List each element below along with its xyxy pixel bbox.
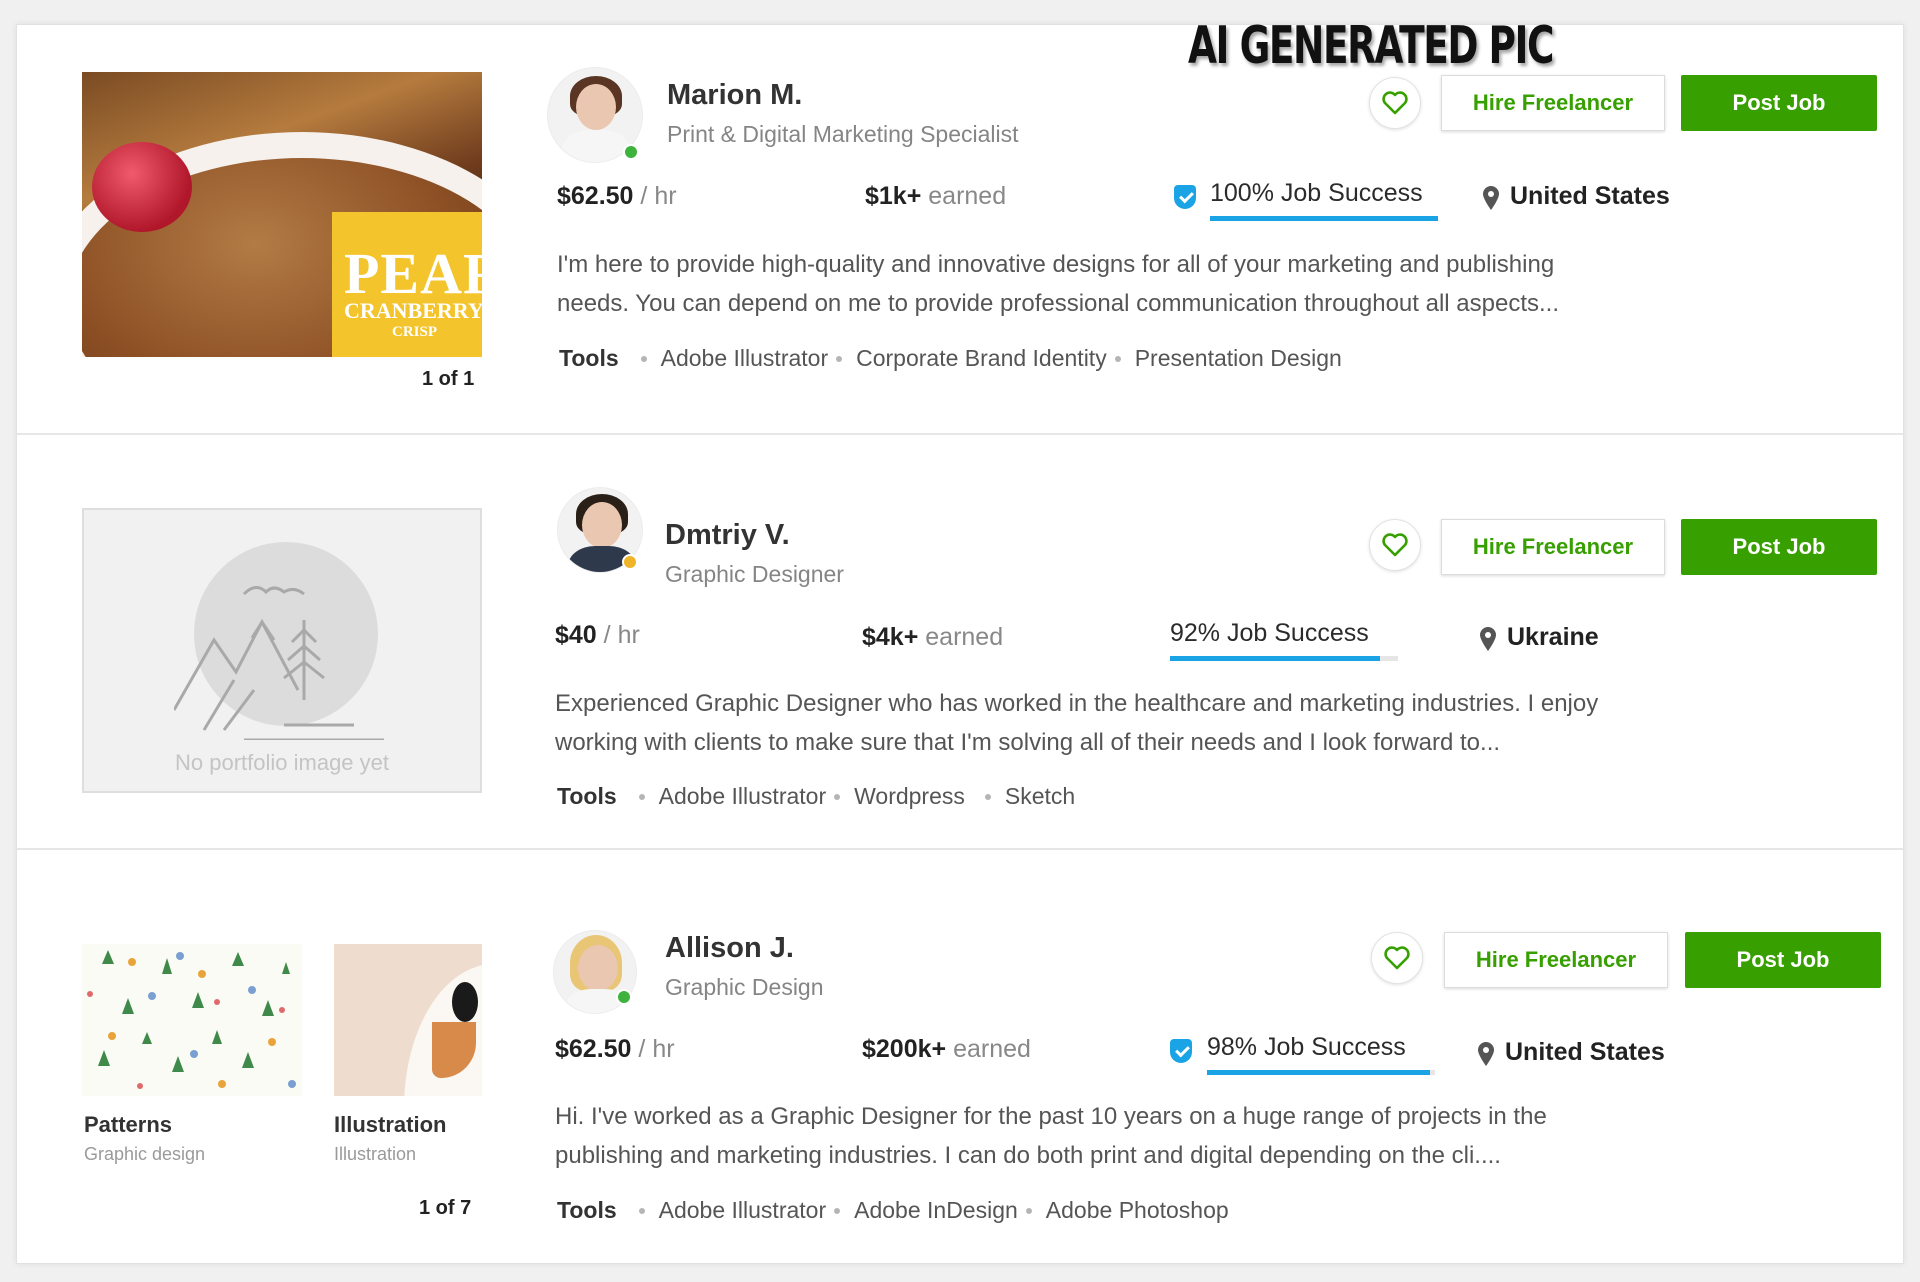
- online-status-dot: [616, 989, 632, 1005]
- hourly-rate: $62.50 / hr: [557, 182, 677, 210]
- location: Ukraine: [1507, 623, 1599, 651]
- tool-tag[interactable]: Corporate Brand Identity: [856, 345, 1107, 372]
- favorite-button[interactable]: [1371, 932, 1423, 984]
- freelancer-card: No portfolio image yet Dmtriy V. Graphic…: [17, 437, 1905, 850]
- freelancer-title: Graphic Designer: [665, 561, 844, 587]
- hire-freelancer-button[interactable]: Hire Freelancer: [1441, 519, 1665, 575]
- freelancer-description: I'm here to provide high-quality and inn…: [557, 251, 1559, 317]
- portfolio-item-title[interactable]: Patterns: [84, 1112, 172, 1138]
- shield-check-icon: [1174, 185, 1196, 209]
- portfolio-image-caption: CRISP: [392, 324, 438, 340]
- tool-tag[interactable]: Adobe InDesign: [854, 1197, 1018, 1224]
- tool-tag[interactable]: Adobe Illustrator: [661, 345, 828, 372]
- map-pin-icon: [1478, 1042, 1494, 1066]
- tool-tag[interactable]: Adobe Photoshop: [1046, 1197, 1229, 1224]
- portfolio-image[interactable]: PEAR CRANBERRY CRISP: [82, 72, 482, 357]
- portfolio-image-headline: PEAR: [344, 241, 482, 306]
- ai-generated-watermark: AI GENERATED PIC: [1188, 16, 1555, 76]
- favorite-button[interactable]: [1369, 77, 1421, 129]
- away-status-dot: [622, 554, 638, 570]
- heart-icon: [1382, 91, 1408, 115]
- hourly-rate: $62.50 / hr: [555, 1035, 675, 1063]
- hire-freelancer-button[interactable]: Hire Freelancer: [1441, 75, 1665, 131]
- hire-freelancer-button[interactable]: Hire Freelancer: [1444, 932, 1668, 988]
- tools-list: Tools Adobe Illustrator Corporate Brand …: [559, 345, 1342, 372]
- portfolio-placeholder: No portfolio image yet: [82, 508, 482, 793]
- map-pin-icon: [1483, 186, 1499, 210]
- portfolio-thumbnail-illustration[interactable]: [334, 944, 482, 1096]
- favorite-button[interactable]: [1369, 519, 1421, 571]
- location: United States: [1510, 182, 1670, 210]
- post-job-button[interactable]: Post Job: [1685, 932, 1881, 988]
- location: United States: [1505, 1038, 1665, 1066]
- freelancer-card: Patterns Graphic design Illustration Ill…: [17, 852, 1905, 1265]
- tools-list: Tools Adobe Illustrator Wordpress Sketch: [557, 783, 1075, 810]
- total-earned: $1k+ earned: [865, 182, 1007, 210]
- tool-tag[interactable]: Presentation Design: [1135, 345, 1342, 372]
- freelancer-title: Graphic Design: [665, 974, 824, 1000]
- freelancer-description: Hi. I've worked as a Graphic Designer fo…: [555, 1103, 1547, 1169]
- post-job-button[interactable]: Post Job: [1681, 75, 1877, 131]
- job-success-score: 98% Job Success: [1207, 1033, 1406, 1061]
- freelancer-name[interactable]: Dmtriy V.: [665, 519, 790, 552]
- post-job-button[interactable]: Post Job: [1681, 519, 1877, 575]
- heart-icon: [1384, 946, 1410, 970]
- job-success-score: 100% Job Success: [1210, 179, 1423, 207]
- portfolio-counter: 1 of 7: [419, 1197, 472, 1219]
- job-success-score: 92% Job Success: [1170, 619, 1369, 647]
- tool-tag[interactable]: Sketch: [1005, 783, 1075, 810]
- tools-label: Tools: [557, 1197, 617, 1223]
- job-success-bar: [1210, 216, 1438, 221]
- portfolio-carousel[interactable]: PEAR CRANBERRY CRISP: [82, 72, 482, 357]
- job-success-bar: [1207, 1070, 1435, 1075]
- tools-label: Tools: [557, 783, 617, 809]
- freelancer-name[interactable]: Allison J.: [665, 932, 794, 965]
- portfolio-item-title[interactable]: Illustration: [334, 1112, 446, 1138]
- tools-label: Tools: [559, 345, 619, 371]
- tool-tag[interactable]: Wordpress: [854, 783, 965, 810]
- portfolio-counter: 1 of 1: [422, 368, 475, 390]
- freelancer-name[interactable]: Marion M.: [667, 79, 802, 112]
- job-success-bar: [1170, 656, 1398, 661]
- portfolio-carousel[interactable]: Patterns Graphic design Illustration Ill…: [82, 944, 482, 1184]
- portfolio-item-category: Graphic design: [84, 1144, 206, 1164]
- freelancer-list: PEAR CRANBERRY CRISP 1 of 1 Marion M. Pr…: [16, 24, 1905, 1265]
- map-pin-icon: [1480, 627, 1496, 651]
- portfolio-item-category: Illustration: [334, 1144, 417, 1164]
- hourly-rate: $40 / hr: [555, 621, 640, 649]
- freelancer-description: Experienced Graphic Designer who has wor…: [555, 690, 1599, 756]
- tool-tag[interactable]: Adobe Illustrator: [659, 783, 826, 810]
- heart-icon: [1382, 533, 1408, 557]
- total-earned: $200k+ earned: [862, 1035, 1031, 1063]
- landscape-placeholder-icon: [174, 586, 384, 740]
- freelancer-title: Print & Digital Marketing Specialist: [667, 121, 1019, 147]
- shield-check-icon: [1170, 1039, 1192, 1063]
- no-portfolio-text: No portfolio image yet: [175, 750, 389, 775]
- freelancer-card: PEAR CRANBERRY CRISP 1 of 1 Marion M. Pr…: [17, 25, 1905, 435]
- portfolio-image-subhead: CRANBERRY: [344, 298, 482, 323]
- total-earned: $4k+ earned: [862, 623, 1004, 651]
- tools-list: Tools Adobe Illustrator Adobe InDesign A…: [557, 1197, 1229, 1224]
- tool-tag[interactable]: Adobe Illustrator: [659, 1197, 826, 1224]
- online-status-dot: [623, 144, 639, 160]
- portfolio-thumbnail-patterns[interactable]: [82, 944, 302, 1096]
